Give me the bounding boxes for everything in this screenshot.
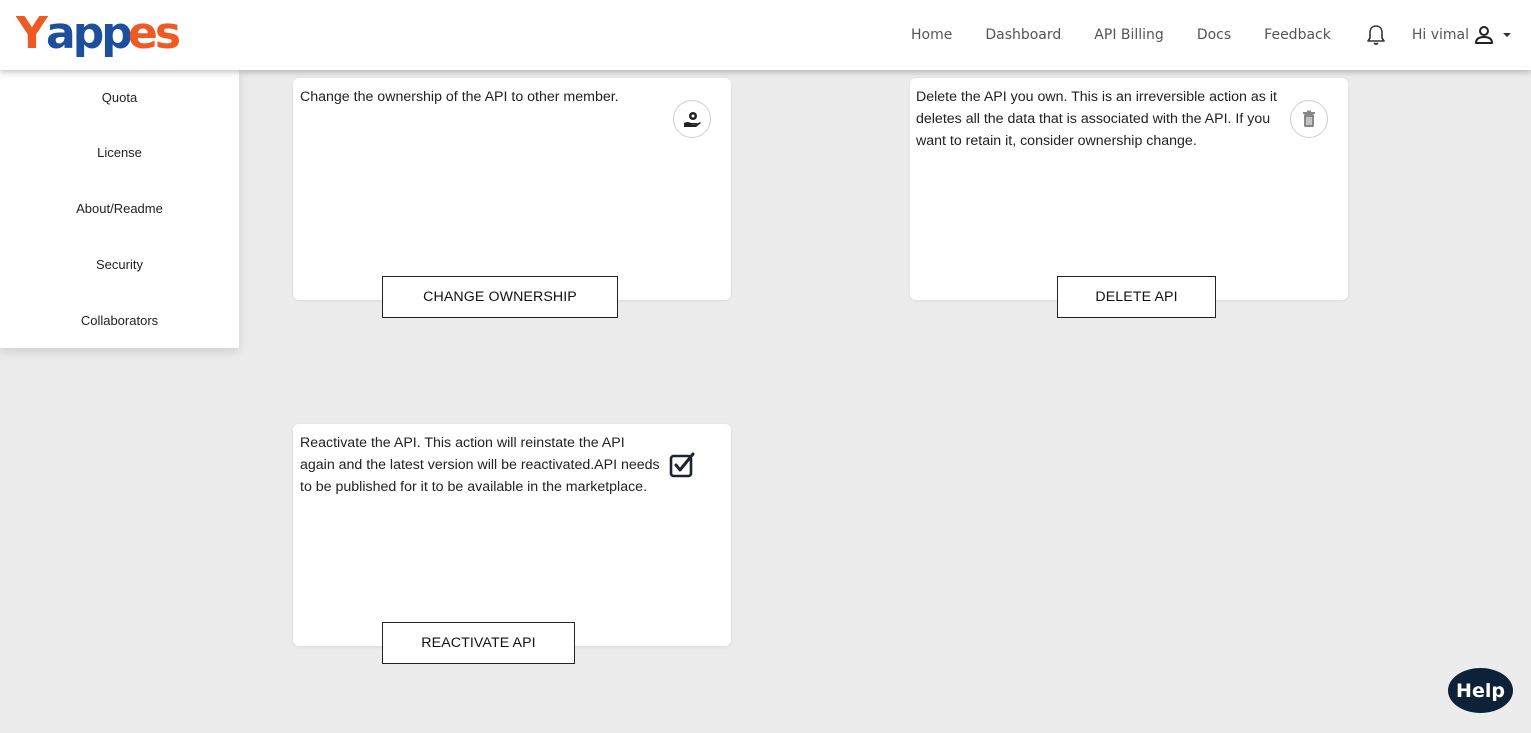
chevron-down-icon: [1503, 33, 1511, 37]
nav-dashboard[interactable]: Dashboard: [985, 27, 1061, 43]
top-header: Y app es Home Dashboard API Billing Docs…: [0, 0, 1531, 70]
main-nav: Home Dashboard API Billing Docs Feedback…: [911, 0, 1511, 70]
sidebar-item-quota[interactable]: Quota: [0, 70, 239, 124]
nav-api-billing[interactable]: API Billing: [1094, 27, 1164, 43]
checkbox-icon: [663, 446, 701, 484]
delete-api-description: Delete the API you own. This is an irrev…: [916, 89, 1277, 149]
user-menu[interactable]: Hi vimal: [1412, 24, 1511, 46]
delete-api-button[interactable]: DELETE API: [1057, 276, 1216, 318]
change-ownership-card: Change the ownership of the API to other…: [293, 78, 731, 300]
nav-docs[interactable]: Docs: [1197, 27, 1231, 43]
reactivate-api-description: Reactivate the API. This action will rei…: [300, 435, 660, 495]
change-ownership-description: Change the ownership of the API to other…: [300, 89, 619, 105]
reactivate-api-button[interactable]: REACTIVATE API: [382, 622, 575, 664]
sidebar-item-security[interactable]: Security: [0, 236, 239, 292]
reactivate-api-card: Reactivate the API. This action will rei…: [293, 424, 731, 646]
nav-home[interactable]: Home: [911, 27, 952, 43]
sidebar-item-about-readme[interactable]: About/Readme: [0, 180, 239, 236]
user-greeting: Hi vimal: [1411, 27, 1469, 43]
sidebar-item-collaborators[interactable]: Collaborators: [0, 292, 239, 348]
delete-api-card: Delete the API you own. This is an irrev…: [910, 78, 1348, 300]
user-icon: [1473, 24, 1495, 46]
settings-sidebar: Quota License About/Readme Security Coll…: [0, 70, 239, 348]
bell-icon[interactable]: [1365, 23, 1387, 47]
trash-icon: [1290, 100, 1328, 138]
nav-feedback[interactable]: Feedback: [1264, 27, 1331, 43]
hand-user-icon: [673, 100, 711, 138]
svg-text:app: app: [46, 8, 131, 59]
svg-text:Y: Y: [16, 8, 49, 59]
help-button[interactable]: Help: [1448, 668, 1513, 713]
change-ownership-button[interactable]: CHANGE OWNERSHIP: [382, 276, 618, 318]
sidebar-item-license[interactable]: License: [0, 124, 239, 180]
svg-text:es: es: [128, 8, 180, 59]
yappes-logo[interactable]: Y app es: [16, 6, 184, 64]
